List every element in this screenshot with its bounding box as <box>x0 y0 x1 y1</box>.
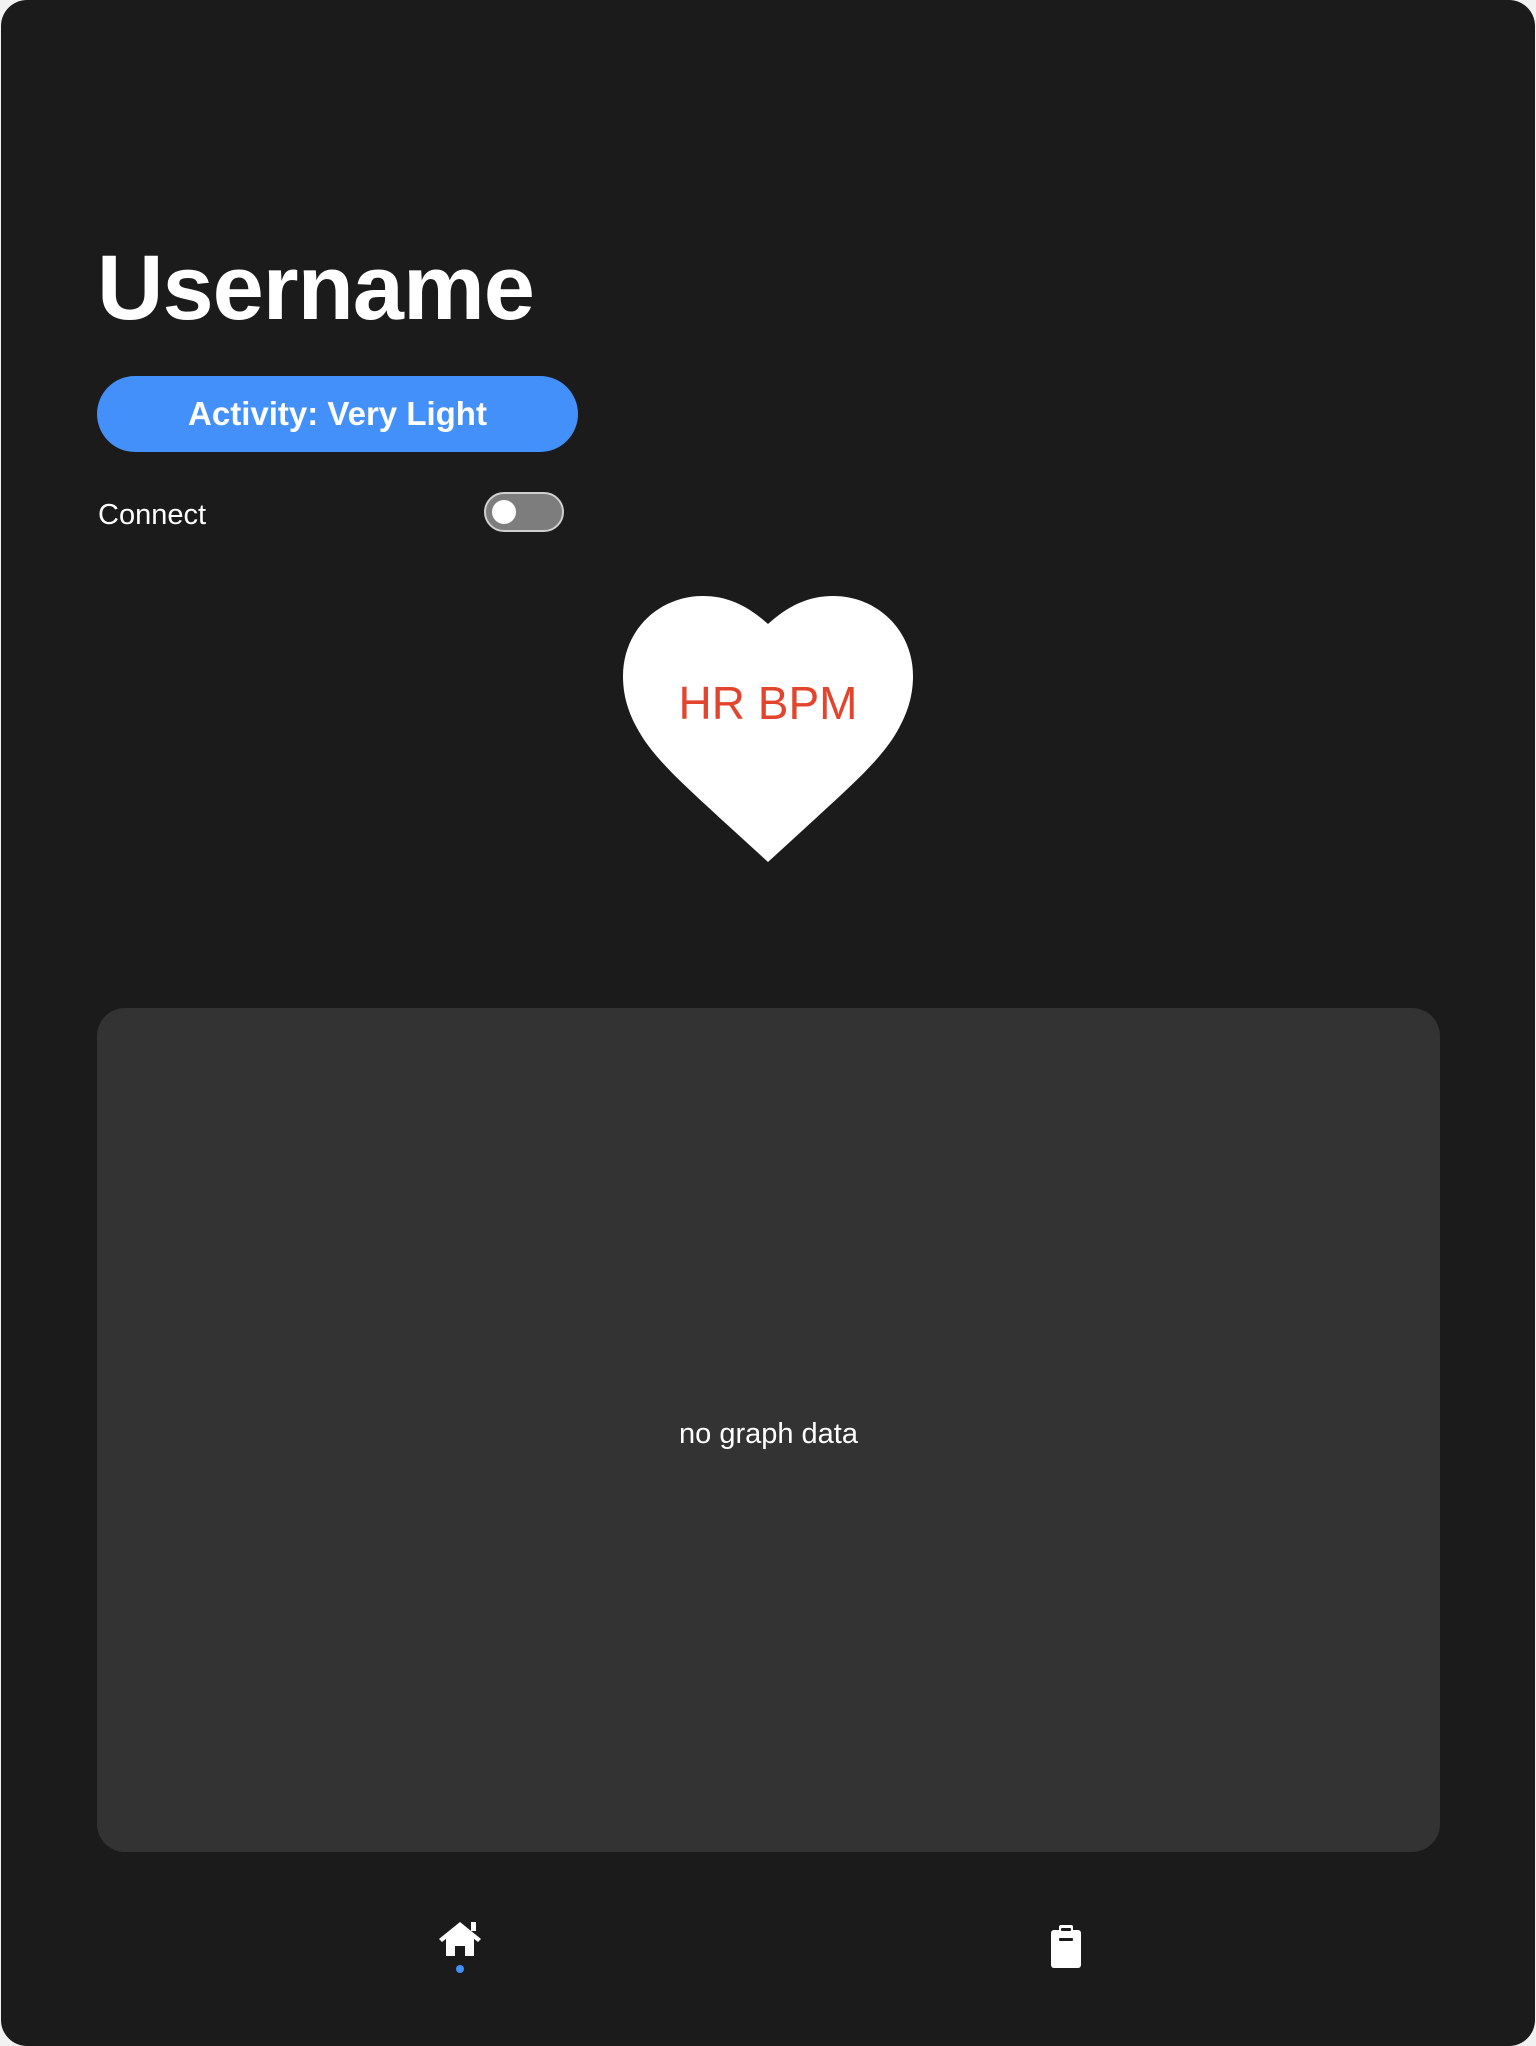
clipboard-icon <box>1051 1925 1081 1968</box>
heart-rate-graph: no graph data <box>97 1008 1440 1852</box>
username-title: Username <box>97 237 535 339</box>
home-icon <box>439 1922 481 1956</box>
connect-label: Connect <box>98 499 207 531</box>
heart-rate-display: HR BPM <box>623 596 913 862</box>
activity-level-button[interactable]: Activity: Very Light <box>97 376 578 452</box>
graph-empty-message: no graph data <box>679 1417 858 1450</box>
tab-home[interactable] <box>420 1918 500 1998</box>
connect-toggle[interactable] <box>484 492 564 532</box>
connect-row: Connect <box>97 490 565 538</box>
app-screen: Username Activity: Very Light Connect HR… <box>1 0 1535 2046</box>
bottom-tab-bar <box>1 1900 1535 2010</box>
toggle-knob <box>492 500 516 524</box>
active-tab-indicator <box>456 1965 464 1973</box>
heart-rate-label: HR BPM <box>678 677 858 729</box>
tab-logs[interactable] <box>1026 1918 1106 1998</box>
